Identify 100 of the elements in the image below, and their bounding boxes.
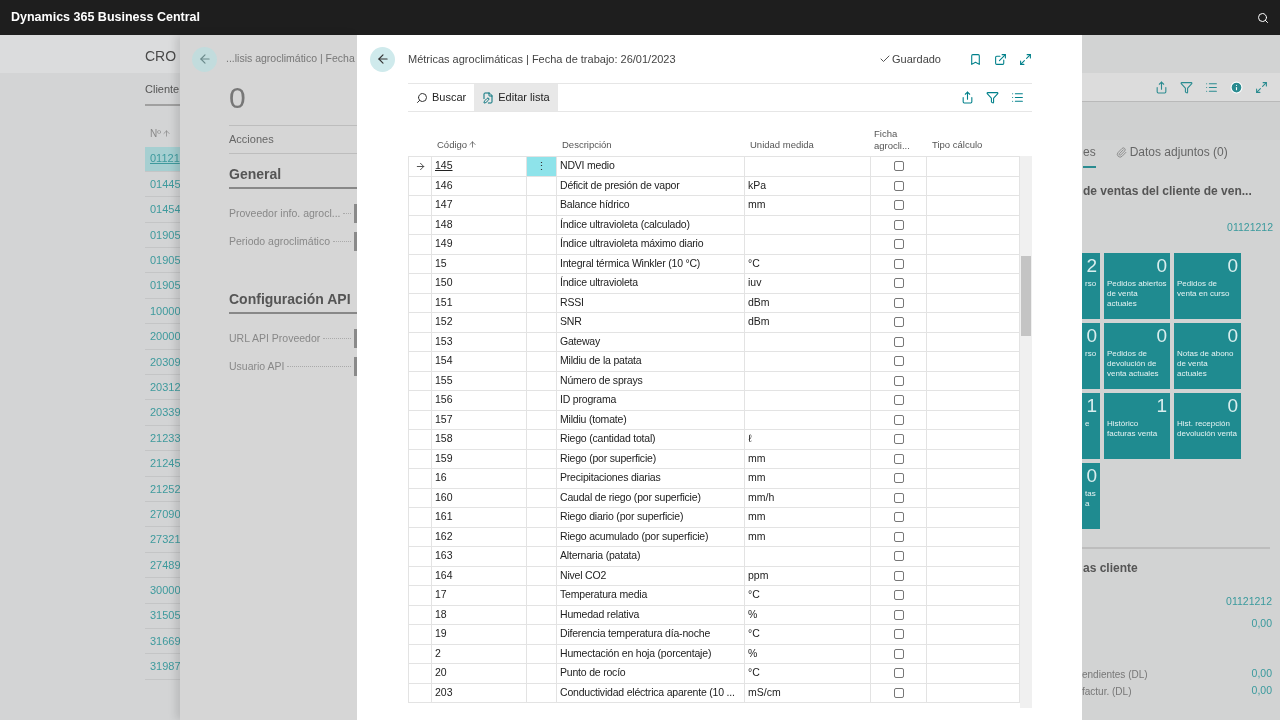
code-cell[interactable]: 162 (435, 528, 453, 545)
checkbox[interactable] (893, 570, 904, 581)
back-button[interactable] (370, 46, 395, 72)
code-cell[interactable]: 18 (435, 606, 447, 623)
code-cell[interactable]: 155 (435, 372, 453, 389)
cue-tile[interactable]: 0 rso (1082, 322, 1100, 389)
table-row[interactable]: 158 Riego (cantidad total) ℓ (408, 430, 1020, 450)
scrollbar-thumb[interactable] (1021, 256, 1031, 336)
checkbox[interactable] (893, 648, 904, 659)
code-cell[interactable]: 154 (435, 353, 453, 370)
cue-tile[interactable]: 0 Pedidos de devolución de venta actuales (1104, 322, 1170, 389)
table-row[interactable]: 151 RSSI dBm (408, 293, 1020, 313)
table-row[interactable]: 19 Diferencia temperatura día-noche °C (408, 625, 1020, 645)
checkbox[interactable] (893, 434, 904, 445)
cue-tile[interactable]: 0 Notas de abono de venta actuales (1174, 322, 1241, 389)
table-row[interactable]: 150 Índice ultravioleta iuv (408, 274, 1020, 294)
checkbox[interactable] (893, 356, 904, 367)
code-cell[interactable]: 203 (435, 684, 453, 701)
code-cell[interactable]: 161 (435, 509, 453, 526)
checkbox[interactable] (893, 258, 904, 269)
table-row[interactable]: 160 Caudal de riego (por superficie) mm/h (408, 488, 1020, 508)
scrollbar[interactable] (1020, 156, 1032, 708)
code-cell[interactable]: 17 (435, 587, 447, 604)
checkbox[interactable] (893, 590, 904, 601)
checkbox[interactable] (893, 512, 904, 523)
cue-tile[interactable]: 0 Pedidos abiertos de venta actuales (1104, 252, 1170, 319)
checkbox[interactable] (893, 375, 904, 386)
code-cell[interactable]: 15 (435, 255, 447, 272)
checkbox[interactable] (893, 492, 904, 503)
expand-icon[interactable] (1255, 80, 1268, 94)
code-cell[interactable]: 157 (435, 411, 453, 428)
input-field[interactable] (354, 232, 357, 251)
table-row[interactable]: 157 Mildiu (tomate) (408, 410, 1020, 430)
code-cell[interactable]: 150 (435, 275, 453, 292)
input-field[interactable] (354, 329, 357, 348)
checkbox[interactable] (893, 278, 904, 289)
table-row[interactable]: 15 Integral térmica Winkler (10 °C) °C (408, 254, 1020, 274)
code-cell[interactable]: 160 (435, 489, 453, 506)
input-field[interactable] (354, 357, 357, 376)
info-icon[interactable] (1230, 80, 1243, 94)
code-cell[interactable]: 152 (435, 314, 453, 331)
code-cell[interactable]: 147 (435, 197, 453, 214)
table-row[interactable]: 152 SNR dBm (408, 313, 1020, 333)
code-cell[interactable]: 153 (435, 333, 453, 350)
table-row[interactable]: 20 Punto de rocío °C (408, 664, 1020, 684)
code-cell[interactable]: 148 (435, 216, 453, 233)
table-row[interactable]: 2 Humectación en hoja (porcentaje) % (408, 644, 1020, 664)
code-cell[interactable]: 158 (435, 431, 453, 448)
table-row[interactable]: 146 Déficit de presión de vapor kPa (408, 176, 1020, 196)
code-cell[interactable]: 159 (435, 450, 453, 467)
column-header[interactable]: Código (437, 137, 468, 152)
cue-tile[interactable]: 2 rso (1082, 252, 1100, 319)
table-row[interactable]: 155 Número de sprays (408, 371, 1020, 391)
checkbox[interactable] (893, 219, 904, 230)
code-cell[interactable]: 163 (435, 548, 453, 565)
checkbox[interactable] (893, 551, 904, 562)
checkbox[interactable] (893, 609, 904, 620)
checkbox[interactable] (893, 473, 904, 484)
column-header[interactable]: Ficha agrocli... (874, 128, 927, 152)
tab[interactable]: es (1083, 143, 1096, 168)
search-button[interactable]: Buscar (408, 84, 475, 111)
column-header[interactable]: Descripción (562, 138, 612, 150)
checkbox[interactable] (893, 161, 904, 172)
checkbox[interactable] (893, 200, 904, 211)
table-row[interactable]: 164 Nivel CO2 ppm (408, 566, 1020, 586)
list-view-icon[interactable] (1205, 80, 1218, 94)
table-row[interactable]: 159 Riego (por superficie) mm (408, 449, 1020, 469)
checkbox[interactable] (893, 317, 904, 328)
checkbox[interactable] (893, 239, 904, 250)
code-cell[interactable]: 2 (435, 645, 441, 662)
code-cell[interactable]: 146 (435, 177, 453, 194)
cue-tile[interactable]: 1 Histórico facturas venta (1104, 392, 1170, 459)
code-cell[interactable]: 16 (435, 470, 447, 487)
table-row[interactable]: 145 ⋮ NDVI medio (408, 157, 1020, 177)
cue-tile[interactable]: 0 tas a (1082, 462, 1100, 529)
share-icon[interactable] (961, 91, 974, 104)
table-row[interactable]: 18 Humedad relativa % (408, 605, 1020, 625)
table-row[interactable]: 162 Riego acumulado (por superficie) mm (408, 527, 1020, 547)
cue-tile[interactable]: 0 Pedidos de venta en curso (1174, 252, 1241, 319)
checkbox[interactable] (893, 629, 904, 640)
checkbox[interactable] (893, 414, 904, 425)
edit-list-button[interactable]: Editar lista (474, 84, 558, 111)
table-row[interactable]: 163 Alternaria (patata) (408, 547, 1020, 567)
code-cell[interactable]: 20 (435, 665, 447, 682)
code-cell[interactable]: 149 (435, 236, 453, 253)
checkbox[interactable] (893, 453, 904, 464)
table-row[interactable]: 161 Riego diario (por superficie) mm (408, 508, 1020, 528)
code-cell[interactable]: 164 (435, 567, 453, 584)
table-row[interactable]: 17 Temperatura media °C (408, 586, 1020, 606)
actions-menu[interactable]: Acciones (229, 131, 274, 148)
tab[interactable]: Datos adjuntos (0) (1115, 143, 1228, 168)
column-header[interactable]: Unidad medida (750, 138, 814, 150)
table-row[interactable]: 154 Mildiu de la patata (408, 352, 1020, 372)
table-row[interactable]: 153 Gateway (408, 332, 1020, 352)
code-cell[interactable]: 19 (435, 626, 447, 643)
checkbox[interactable] (893, 531, 904, 542)
checkbox[interactable] (893, 336, 904, 347)
checkbox[interactable] (893, 180, 904, 191)
code-cell[interactable]: 145 (435, 158, 453, 175)
table-row[interactable]: 156 ID programa (408, 391, 1020, 411)
